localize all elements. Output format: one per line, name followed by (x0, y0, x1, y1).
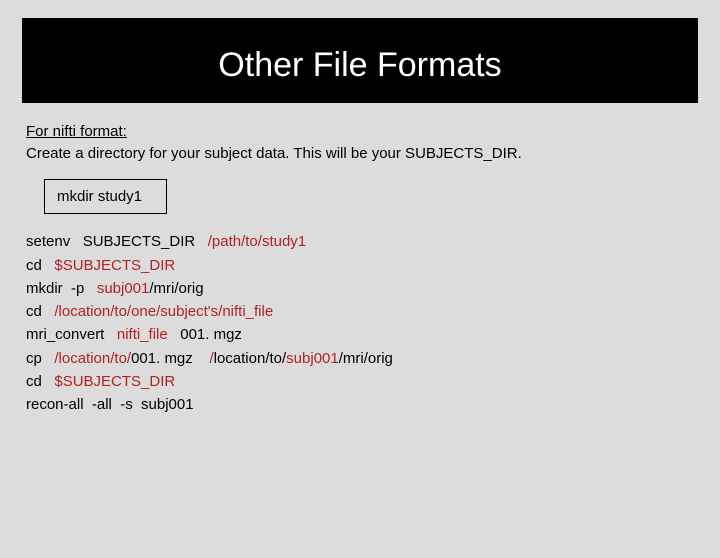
cmd-mri-convert: mri_convert nifti_file 001. mgz (26, 323, 694, 346)
cmd-cd-nifti: cd /location/to/one/subject's/nifti_file (26, 300, 694, 323)
slide-body: For nifti format: Create a directory for… (0, 103, 720, 416)
intro-label: For nifti format: (26, 123, 127, 140)
cmd-recon-all: recon-all -all -s subj001 (26, 393, 694, 416)
cmd-cp: cp /location/to/001. mgz /location/to/su… (26, 347, 694, 370)
cmd-setenv: setenv SUBJECTS_DIR /path/to/study1 (26, 230, 694, 253)
mkdir-box: mkdir study1 (44, 179, 167, 215)
command-block: setenv SUBJECTS_DIR /path/to/study1 cd $… (26, 230, 694, 416)
intro-desc: Create a directory for your subject data… (26, 143, 694, 165)
intro-line: For nifti format: (26, 121, 694, 143)
cmd-mkdir-p: mkdir -p subj001/mri/orig (26, 277, 694, 300)
slide-title: Other File Formats (22, 18, 698, 103)
cmd-cd-subjects1: cd $SUBJECTS_DIR (26, 254, 694, 277)
cmd-cd-subjects2: cd $SUBJECTS_DIR (26, 370, 694, 393)
